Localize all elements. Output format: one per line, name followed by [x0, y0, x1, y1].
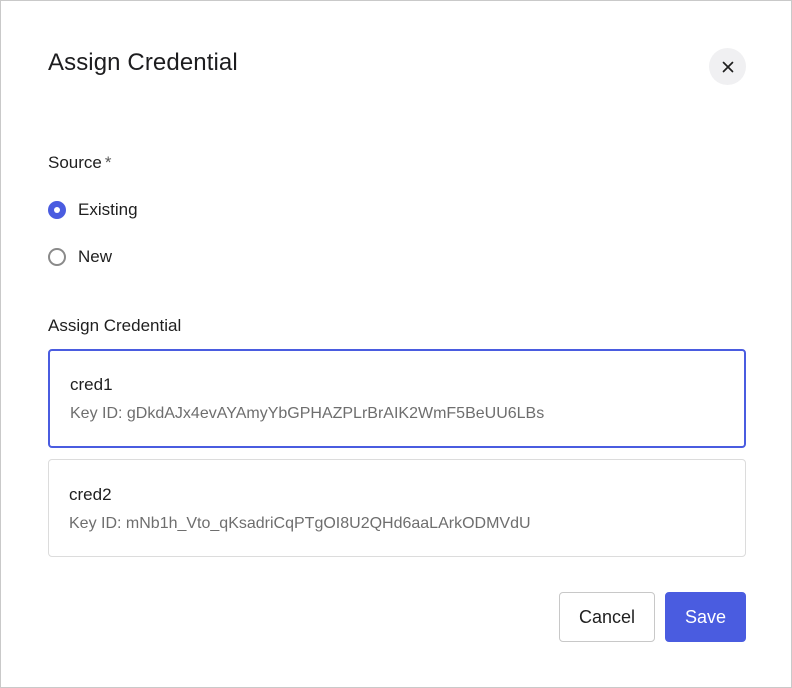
- radio-label-existing: Existing: [78, 200, 138, 219]
- credential-key-id: Key ID: mNb1h_Vto_qKsadriCqPTgOI8U2QHd6a…: [69, 515, 531, 532]
- cancel-button[interactable]: Cancel: [559, 592, 655, 642]
- save-button[interactable]: Save: [665, 592, 746, 642]
- credential-option-cred2[interactable]: cred2 Key ID: mNb1h_Vto_qKsadriCqPTgOI8U…: [48, 459, 746, 557]
- credential-key-id: Key ID: gDkdAJx4evAYAmyYbGPHAZPLrBrAIK2W…: [70, 405, 545, 422]
- close-button[interactable]: [709, 48, 746, 85]
- source-label: Source *: [48, 153, 112, 173]
- dialog-title: Assign Credential: [48, 49, 238, 76]
- credential-name: cred2: [69, 485, 112, 504]
- radio-button-new[interactable]: [48, 248, 66, 266]
- radio-button-existing[interactable]: [48, 201, 66, 219]
- assign-credential-label: Assign Credential: [48, 316, 182, 335]
- assign-credential-dialog: Assign Credential Source * Existing New A…: [0, 0, 792, 688]
- required-mark: *: [104, 153, 112, 172]
- radio-option-new[interactable]: New: [48, 245, 112, 269]
- credential-name: cred1: [70, 375, 113, 394]
- close-icon: [722, 61, 733, 72]
- source-label-text: Source: [48, 153, 102, 172]
- radio-option-existing[interactable]: Existing: [48, 198, 138, 222]
- credential-option-cred1[interactable]: cred1 Key ID: gDkdAJx4evAYAmyYbGPHAZPLrB…: [48, 349, 746, 448]
- radio-label-new: New: [78, 247, 113, 266]
